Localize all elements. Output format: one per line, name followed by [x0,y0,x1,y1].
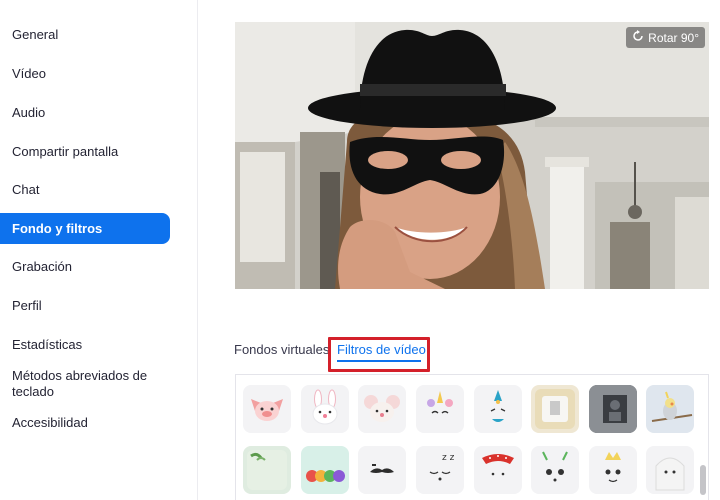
ghost-veil-icon [655,457,685,491]
settings-sidebar: General Vídeo Audio Compartir pantalla C… [0,0,198,500]
filter-crown[interactable] [589,446,637,494]
candy-frame-icon [306,470,345,482]
clown-face-icon [490,390,506,422]
rotate-icon [632,30,644,45]
sidebar-item-label: Chat [12,182,40,197]
filter-leaves[interactable] [243,446,291,494]
sidebar-item-keyboard-shortcuts[interactable]: Métodos abreviados de teclado [0,368,160,400]
filter-bunny[interactable] [301,385,349,433]
sidebar-item-audio[interactable]: Audio [0,105,170,121]
tab-virtual-backgrounds[interactable]: Fondos virtuales [234,340,329,360]
filter-grid-scrollbar[interactable] [700,465,706,495]
annotation-highlight-box [328,337,430,372]
sidebar-item-background-filters[interactable]: Fondo y filtros [0,213,170,244]
sidebar-item-recording[interactable]: Grabación [0,259,170,275]
crown-face-icon [605,452,621,483]
filter-bandana[interactable] [474,446,522,494]
filter-pig[interactable] [243,385,291,433]
cockatiel-frame-icon [651,391,693,422]
sidebar-item-general[interactable]: General [0,27,170,43]
filter-clown[interactable] [474,385,522,433]
mustache-icon [370,464,394,473]
filter-antennae[interactable] [531,446,579,494]
rotate-90-button[interactable]: Rotar 90° [626,27,705,48]
sidebar-item-label: General [12,27,59,42]
filter-cockatiel[interactable] [646,385,694,433]
filter-mustache[interactable] [358,446,406,494]
tv-frame-icon [535,389,575,429]
filter-mouse[interactable] [358,385,406,433]
sidebar-item-label: Accesibilidad [12,415,88,430]
unicorn-face-icon [427,391,453,414]
sidebar-item-chat[interactable]: Chat [0,182,170,198]
filter-candy[interactable] [301,446,349,494]
svg-text:z z: z z [442,453,455,463]
filter-veil[interactable] [646,446,694,494]
bunny-face-icon [312,389,338,425]
video-filter-grid: z z [235,374,709,500]
sleepy-face-icon: z z [429,453,455,481]
camera-feed-image [235,22,709,289]
sidebar-item-label: Compartir pantalla [12,144,119,159]
pig-face-icon [251,399,283,421]
sidebar-item-label: Métodos abreviados de teclado [12,368,148,399]
red-bandana-icon [482,454,514,476]
sidebar-item-profile[interactable]: Perfil [0,298,170,314]
sidebar-item-accessibility[interactable]: Accesibilidad [0,415,170,431]
camera-preview: Rotar 90° [235,22,709,289]
filter-portrait-frame[interactable] [589,385,637,433]
sidebar-item-share-screen[interactable]: Compartir pantalla [0,144,170,160]
antennae-face-icon [542,451,568,482]
filter-unicorn[interactable] [416,385,464,433]
sidebar-item-label: Perfil [12,298,42,313]
mouse-face-icon [364,395,400,422]
rotate-label: Rotar 90° [648,30,699,45]
leaves-frame-icon [247,450,287,490]
sidebar-item-video[interactable]: Vídeo [0,66,170,82]
filter-sleepy[interactable]: z z [416,446,464,494]
sidebar-item-statistics[interactable]: Estadísticas [0,337,170,353]
portrait-frame-icon [589,385,637,433]
sidebar-item-label: Estadísticas [12,337,83,352]
sidebar-item-label: Grabación [12,259,72,274]
sidebar-item-label: Vídeo [12,66,46,81]
sidebar-item-label: Audio [12,105,46,120]
sidebar-item-label: Fondo y filtros [12,221,103,236]
filter-tv-frame[interactable] [531,385,579,433]
